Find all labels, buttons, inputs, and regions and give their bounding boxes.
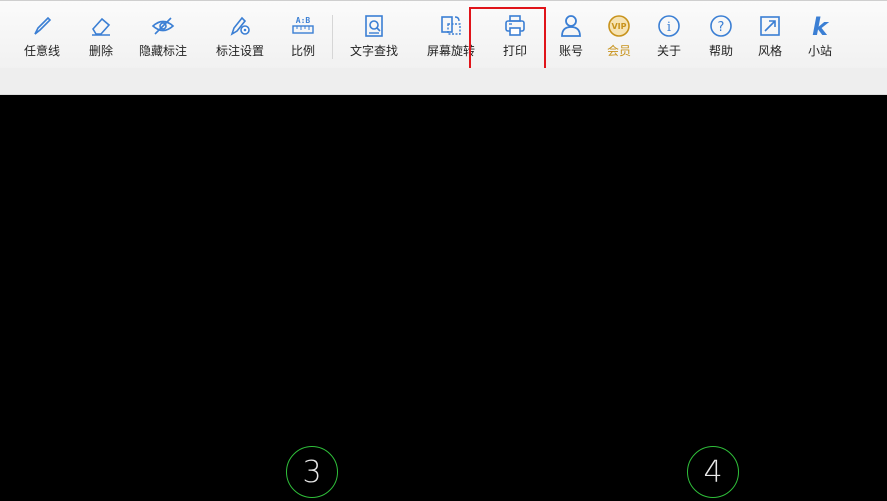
vip-label: 会员: [606, 44, 631, 58]
user-icon: [561, 15, 581, 37]
mini-site-label: 小站: [807, 44, 832, 58]
ratio-label: 比例: [290, 44, 315, 58]
secondary-toolbar: [0, 68, 887, 95]
eraser-icon: [92, 17, 111, 36]
annotation-settings-label: 标注设置: [215, 44, 264, 58]
screen-rotate-label: 屏幕旋转: [426, 44, 475, 58]
axis-marker-4: 4: [687, 446, 739, 498]
site-k-icon: k: [812, 13, 830, 39]
annotation-settings-button[interactable]: 标注设置: [211, 3, 269, 67]
help-icon: ?: [710, 15, 732, 37]
info-icon: i: [658, 15, 680, 37]
account-label: 账号: [558, 44, 583, 58]
mini-site-button[interactable]: k 小站: [805, 3, 835, 67]
freehand-line-label: 任意线: [23, 44, 60, 58]
svg-text:?: ?: [718, 20, 725, 35]
pen-icon: [34, 16, 52, 35]
account-button[interactable]: 账号: [556, 3, 586, 67]
axis-marker-3: 3: [286, 446, 338, 498]
annotation-settings-icon: [230, 16, 250, 36]
vip-icon: VIP: [608, 15, 630, 37]
screen-rotate-icon: [441, 16, 461, 35]
print-highlight-box: [469, 7, 546, 70]
drawing-canvas[interactable]: 3 4: [0, 95, 887, 501]
svg-text:i: i: [667, 20, 671, 35]
text-search-icon: [365, 15, 383, 37]
svg-text:k: k: [812, 13, 830, 39]
freehand-line-button[interactable]: 任意线: [20, 3, 64, 67]
style-label: 风格: [757, 44, 782, 58]
toolbar-divider: [332, 15, 333, 59]
ratio-button[interactable]: A:B 比例: [286, 3, 320, 67]
text-search-label: 文字查找: [349, 44, 398, 58]
ratio-ruler-icon: A:B: [292, 16, 314, 34]
about-label: 关于: [656, 44, 681, 58]
hide-annotations-button[interactable]: 隐藏标注: [134, 3, 192, 67]
vip-button[interactable]: VIP 会员: [604, 3, 634, 67]
style-button[interactable]: 风格: [755, 3, 785, 67]
svg-text:A:B: A:B: [296, 16, 311, 25]
about-button[interactable]: i 关于: [654, 3, 684, 67]
toolbar: 任意线 删除 隐藏标注 标注设置 A:B 比例 文字查找 屏幕旋转 打印 账号 …: [0, 0, 887, 70]
delete-label: 删除: [88, 44, 113, 58]
eye-off-icon: [151, 17, 175, 35]
hide-annotations-label: 隐藏标注: [138, 44, 187, 58]
svg-text:VIP: VIP: [611, 22, 626, 31]
help-button[interactable]: ? 帮助: [706, 3, 736, 67]
help-label: 帮助: [708, 44, 733, 58]
style-icon: [760, 16, 780, 36]
delete-button[interactable]: 删除: [82, 3, 120, 67]
text-search-button[interactable]: 文字查找: [345, 3, 403, 67]
